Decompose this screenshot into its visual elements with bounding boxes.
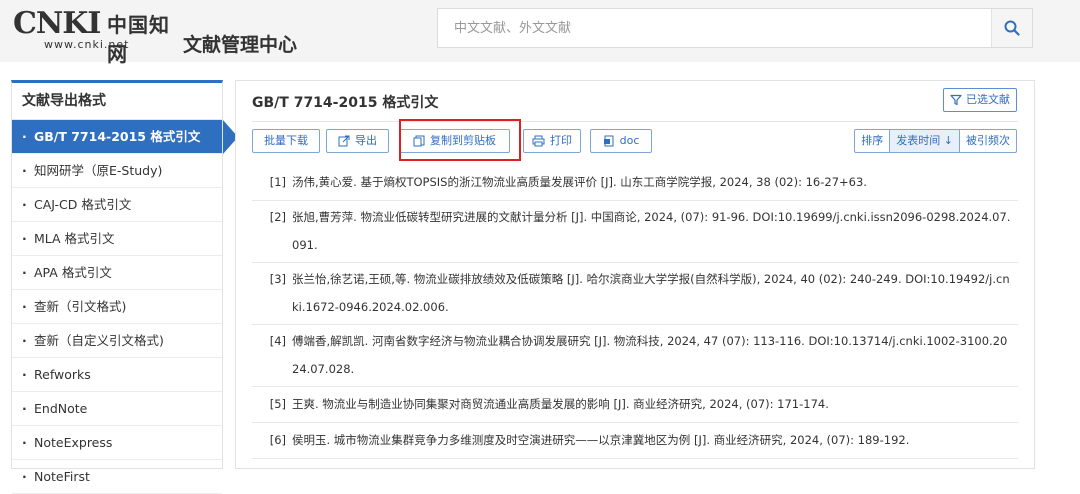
logo-cnki-text: CNKI bbox=[13, 6, 101, 41]
filter-icon bbox=[950, 94, 962, 106]
reference-number: [3] bbox=[269, 272, 286, 286]
arrow-down-icon: ↓ bbox=[943, 134, 953, 147]
sidebar-item-label: Refworks bbox=[34, 367, 91, 382]
bullet-icon: · bbox=[22, 163, 27, 178]
sidebar-item-label: NoteExpress bbox=[34, 435, 113, 450]
reference-text: 傅端香,解凯凯. 河南省数字经济与物流业耦合协调发展研究 [J]. 物流科技, … bbox=[292, 334, 1008, 376]
selected-docs-label: 已选文献 bbox=[966, 93, 1010, 106]
search-icon bbox=[1004, 20, 1020, 36]
sidebar-item-label: 查新（引文格式) bbox=[34, 299, 127, 314]
reference-number: [5] bbox=[269, 397, 286, 411]
sidebar-item-mla[interactable]: · MLA 格式引文 bbox=[12, 222, 222, 256]
print-button[interactable]: 打印 bbox=[523, 129, 581, 153]
sort-group: 排序 发表时间 ↓ 被引频次 bbox=[854, 129, 1017, 153]
list-item[interactable]: [1] 汤伟,黄心爱. 基于熵权TOPSIS的浙江物流业高质量发展评价 [J].… bbox=[252, 165, 1018, 201]
reference-text: 张兰怡,徐艺诺,王硕,等. 物流业碳排放绩效及低碳策略 [J]. 哈尔滨商业大学… bbox=[292, 272, 1010, 314]
reference-text: 张旭,曹芳萍. 物流业低碳转型研究进展的文献计量分析 [J]. 中国商论, 20… bbox=[292, 210, 1011, 252]
reference-list: [1] 汤伟,黄心爱. 基于熵权TOPSIS的浙江物流业高质量发展评价 [J].… bbox=[252, 165, 1018, 459]
sidebar-title: 文献导出格式 bbox=[12, 83, 222, 120]
bullet-icon: · bbox=[22, 231, 27, 246]
export-button[interactable]: 导出 bbox=[326, 129, 389, 153]
sidebar-item-endnote[interactable]: · EndNote bbox=[12, 392, 222, 426]
sidebar-item-label: CAJ-CD 格式引文 bbox=[34, 197, 132, 212]
divider bbox=[252, 121, 1018, 122]
bullet-icon: · bbox=[22, 197, 27, 212]
list-item[interactable]: [2] 张旭,曹芳萍. 物流业低碳转型研究进展的文献计量分析 [J]. 中国商论… bbox=[252, 201, 1018, 263]
bullet-icon: · bbox=[22, 435, 27, 450]
search-box bbox=[437, 8, 1033, 48]
sidebar-item-label: 知网研学（原E-Study) bbox=[34, 163, 163, 178]
bullet-icon: · bbox=[22, 129, 27, 144]
search-input[interactable] bbox=[438, 9, 994, 47]
print-label: 打印 bbox=[550, 134, 572, 147]
search-button[interactable] bbox=[991, 9, 1032, 47]
sidebar-item-apa[interactable]: · APA 格式引文 bbox=[12, 256, 222, 290]
selected-docs-button[interactable]: 已选文献 bbox=[943, 88, 1017, 112]
bullet-icon: · bbox=[22, 469, 27, 484]
list-item[interactable]: [4] 傅端香,解凯凯. 河南省数字经济与物流业耦合协调发展研究 [J]. 物流… bbox=[252, 325, 1018, 387]
doc-file-icon bbox=[603, 135, 614, 147]
sidebar-item-label: 查新（自定义引文格式) bbox=[34, 333, 164, 348]
sidebar-item-notefirst[interactable]: · NoteFirst bbox=[12, 460, 222, 494]
sidebar-item-chaxin-custom[interactable]: · 查新（自定义引文格式) bbox=[12, 324, 222, 358]
bullet-icon: · bbox=[22, 299, 27, 314]
print-icon bbox=[532, 135, 545, 147]
sidebar-item-refworks[interactable]: · Refworks bbox=[12, 358, 222, 392]
reference-number: [2] bbox=[269, 210, 286, 224]
page-title: GB/T 7714-2015 格式引文 bbox=[252, 95, 439, 111]
sidebar-item-label: EndNote bbox=[34, 401, 88, 416]
bullet-icon: · bbox=[22, 265, 27, 280]
sidebar-item-cajcd[interactable]: · CAJ-CD 格式引文 bbox=[12, 188, 222, 222]
export-format-sidebar: 文献导出格式 · GB/T 7714-2015 格式引文 · 知网研学（原E-Stu… bbox=[11, 80, 238, 494]
batch-download-label: 批量下载 bbox=[264, 134, 308, 147]
batch-download-button[interactable]: 批量下载 bbox=[252, 129, 320, 153]
citation-panel: GB/T 7714-2015 格式引文 已选文献 批量下载 导出 复制到剪贴板 … bbox=[235, 80, 1035, 469]
sidebar-item-label: APA 格式引文 bbox=[34, 265, 112, 280]
doc-button[interactable]: doc bbox=[590, 129, 652, 153]
logo-url-text: www.cnki.net bbox=[44, 38, 130, 51]
sidebar-item-chaxin-citation[interactable]: · 查新（引文格式) bbox=[12, 290, 222, 324]
sidebar-item-label: NoteFirst bbox=[34, 469, 90, 484]
sort-label: 排序 bbox=[855, 130, 891, 152]
bullet-icon: · bbox=[22, 333, 27, 348]
list-item[interactable]: [6] 侯明玉. 城市物流业集群竞争力多维测度及时空演进研究——以京津冀地区为例… bbox=[252, 423, 1018, 459]
export-icon bbox=[338, 135, 350, 147]
doc-label: doc bbox=[619, 134, 640, 147]
sidebar-item-gbt7714[interactable]: · GB/T 7714-2015 格式引文 bbox=[12, 120, 238, 154]
reference-text: 汤伟,黄心爱. 基于熵权TOPSIS的浙江物流业高质量发展评价 [J]. 山东工… bbox=[292, 175, 867, 189]
reference-number: [4] bbox=[269, 334, 286, 348]
reference-text: 侯明玉. 城市物流业集群竞争力多维测度及时空演进研究——以京津冀地区为例 [J]… bbox=[292, 433, 910, 447]
sidebar-item-label: MLA 格式引文 bbox=[34, 231, 115, 246]
reference-number: [6] bbox=[269, 433, 286, 447]
sort-by-date-label: 发表时间 bbox=[896, 134, 941, 147]
export-label: 导出 bbox=[355, 134, 377, 147]
sidebar-item-label: GB/T 7714-2015 格式引文 bbox=[34, 129, 201, 144]
header-bar: CNKI 中国知网 www.cnki.net 文献管理中心 bbox=[0, 0, 1080, 66]
sidebar-item-estudy[interactable]: · 知网研学（原E-Study) bbox=[12, 154, 222, 188]
list-item[interactable]: [5] 王爽. 物流业与制造业协同集聚对商贸流通业高质量发展的影响 [J]. 商… bbox=[252, 387, 1018, 423]
sidebar-item-noteexpress[interactable]: · NoteExpress bbox=[12, 426, 222, 460]
reference-number: [1] bbox=[269, 175, 286, 189]
app-title: 文献管理中心 bbox=[183, 34, 298, 56]
highlight-frame bbox=[399, 119, 521, 161]
sort-by-date-button[interactable]: 发表时间 ↓ bbox=[890, 130, 960, 152]
sort-by-citations-button[interactable]: 被引频次 bbox=[960, 130, 1016, 152]
list-item[interactable]: [3] 张兰怡,徐艺诺,王硕,等. 物流业碳排放绩效及低碳策略 [J]. 哈尔滨… bbox=[252, 263, 1018, 325]
cnki-logo[interactable]: CNKI 中国知网 www.cnki.net bbox=[13, 6, 173, 66]
reference-text: 王爽. 物流业与制造业协同集聚对商贸流通业高质量发展的影响 [J]. 商业经济研… bbox=[292, 397, 829, 411]
bullet-icon: · bbox=[22, 367, 27, 382]
bullet-icon: · bbox=[22, 401, 27, 416]
